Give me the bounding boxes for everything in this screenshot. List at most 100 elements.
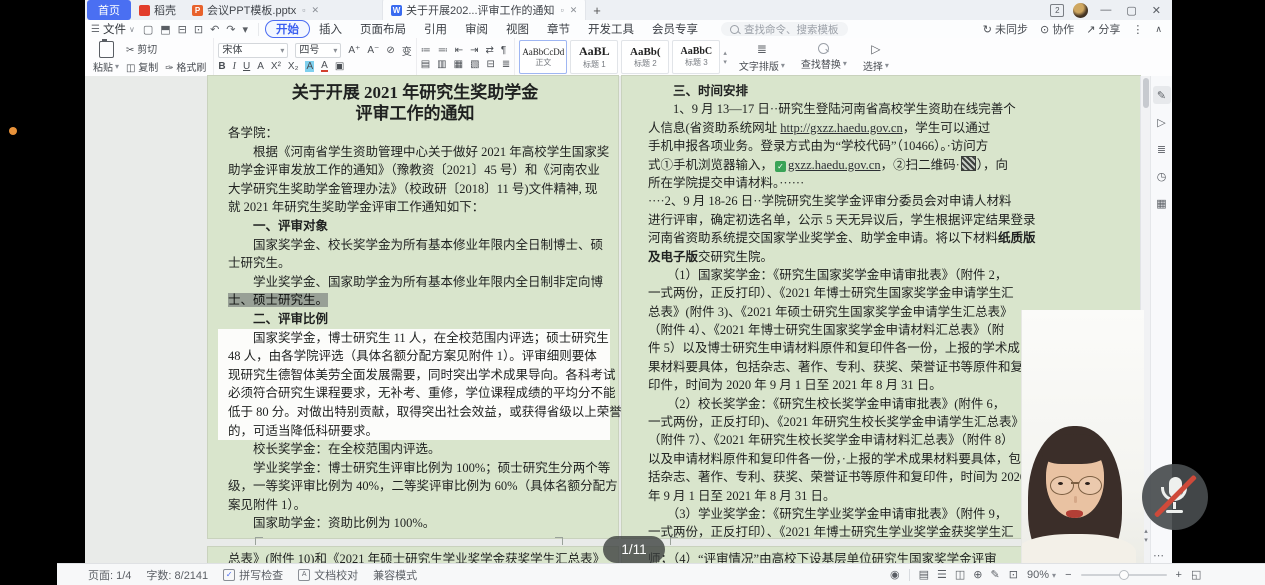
copy-button[interactable]: ◫ 复制 <box>126 59 158 74</box>
command-search[interactable]: 查找命令、搜索模板 <box>721 22 848 36</box>
style-heading2[interactable]: AaBb( 标题 2 <box>621 40 669 74</box>
ribbon-tab[interactable]: 视图 <box>497 20 538 38</box>
bold-button[interactable]: B <box>218 61 225 72</box>
hyperlink[interactable]: http://gxzz.haedu.gov.cn <box>780 121 902 135</box>
zoom-out-button[interactable]: − <box>1065 569 1071 581</box>
side-tool-icon[interactable]: ◷ <box>1153 167 1171 185</box>
ribbon-tab[interactable]: 开始 <box>265 20 310 38</box>
text-layout-button[interactable]: ≣ 文字排版▾ <box>731 38 793 76</box>
cut-button[interactable]: ✂ 剪切 <box>126 41 157 56</box>
alignment-tool[interactable]: ▧ <box>470 59 479 70</box>
strikethrough-button[interactable]: A <box>257 61 264 72</box>
zoom-in-button[interactable]: + <box>1176 569 1182 581</box>
ribbon-tab[interactable]: 开发工具 <box>579 20 643 38</box>
document-page-3[interactable]: 总表》(附件 10)和《2021 年硕士研究生学业奖学金获奖学生汇总表》 <box>208 547 618 563</box>
quick-tool-icon[interactable]: ↷ <box>226 23 235 36</box>
tab-pin-icon[interactable]: ▫ <box>561 5 564 15</box>
document-workspace[interactable]: 关于开展 2021 年研究生奖助学金评审工作的通知各学院： 根据《河南省学生资助… <box>85 76 1140 563</box>
paste-button[interactable]: 粘贴▾ <box>89 41 123 74</box>
zoom-slider-knob[interactable] <box>1119 570 1129 580</box>
subscript-button[interactable]: X₂ <box>288 61 299 72</box>
tab-ppt-file[interactable]: P 会议PPT模板.pptx ▫ ✕ <box>184 0 327 20</box>
compatibility-mode-label[interactable]: 兼容模式 <box>373 567 417 583</box>
minimize-button[interactable]: — <box>1097 4 1114 16</box>
side-tool-icon[interactable]: ✎ <box>1153 86 1171 104</box>
zoom-slider[interactable] <box>1081 574 1167 576</box>
highlight-color-button[interactable]: A <box>305 61 314 72</box>
paragraph-tool[interactable]: ¶ <box>501 45 506 56</box>
find-replace-button[interactable]: 查找替换▾ <box>793 38 855 76</box>
tab-close-icon[interactable]: ✕ <box>311 5 319 16</box>
sync-status[interactable]: ↻ 未同步 <box>983 21 1028 37</box>
paragraph-tool[interactable]: ≕ <box>438 45 448 56</box>
collaborate-button[interactable]: ⊙ 协作 <box>1040 21 1074 37</box>
view-mode-icon[interactable]: ◫ <box>955 568 965 581</box>
paragraph-tool[interactable]: ⇄ <box>486 45 494 56</box>
alignment-tool[interactable]: ≣ <box>502 59 510 70</box>
font-size-tool[interactable]: A⁺ <box>348 45 360 56</box>
quick-tool-icon[interactable]: ▢ <box>143 23 153 36</box>
quick-tool-icon[interactable]: ↶ <box>210 23 219 36</box>
style-heading3[interactable]: AaBbC 标题 3 <box>672 40 720 74</box>
side-tool-icon[interactable]: ▷ <box>1153 113 1171 131</box>
font-size-tool[interactable]: 变 <box>402 43 412 58</box>
view-mode-icon[interactable]: ✎ <box>991 568 1000 581</box>
more-menu-icon[interactable]: ⋮ <box>1132 23 1143 36</box>
font-size-tool[interactable]: A⁻ <box>367 45 379 56</box>
document-proofing-button[interactable]: A 文档校对 <box>298 567 358 583</box>
more-tools-icon[interactable]: ⋯ <box>1153 549 1164 562</box>
microphone-muted-button[interactable] <box>1142 464 1208 530</box>
tab-doc-file[interactable]: W 关于开展202...评审工作的通知 ▫ ✕ <box>383 0 585 22</box>
quick-tool-icon[interactable]: ⬒ <box>160 23 170 36</box>
share-button[interactable]: ↗ 分享 <box>1086 21 1120 37</box>
font-color-button[interactable]: A <box>321 61 328 72</box>
format-painter-button[interactable]: ✑ 格式刷 <box>165 59 206 74</box>
underline-button[interactable]: U <box>243 61 250 72</box>
italic-button[interactable]: I <box>233 61 236 72</box>
side-tool-icon[interactable]: ≣ <box>1153 140 1171 158</box>
font-name-select[interactable]: 宋体▾ <box>218 43 288 58</box>
zoom-level[interactable]: 90% ▾ <box>1027 569 1056 581</box>
alignment-tool[interactable]: ⊟ <box>487 59 495 70</box>
eye-protect-icon[interactable]: ◉ <box>890 568 900 581</box>
tab-docer[interactable]: 稻壳 <box>131 0 184 20</box>
alignment-tool[interactable]: ▤ <box>421 59 430 70</box>
webcam-video[interactable] <box>1021 310 1144 563</box>
spell-check-toggle[interactable]: ✓ 拼写检查 <box>223 567 283 583</box>
quick-tool-icon[interactable]: ⊟ <box>178 23 187 36</box>
style-normal[interactable]: AaBbCcDd 正文 <box>519 40 567 74</box>
new-tab-button[interactable]: + <box>593 3 601 18</box>
maximize-button[interactable]: ▢ <box>1123 4 1139 17</box>
ribbon-tab[interactable]: 插入 <box>310 20 351 38</box>
alignment-tool[interactable]: ▥ <box>437 59 446 70</box>
gallery-down-icon[interactable]: ▾ <box>723 58 727 66</box>
tab-home[interactable]: 首页 <box>87 0 131 20</box>
collapse-ribbon-icon[interactable]: ∧ <box>1155 24 1162 35</box>
view-mode-icon[interactable]: ☰ <box>937 568 947 581</box>
select-button[interactable]: ▷ 选择▾ <box>855 38 897 76</box>
ribbon-tab[interactable]: 会员专享 <box>643 20 707 38</box>
ribbon-tab[interactable]: 审阅 <box>456 20 497 38</box>
quick-tool-icon[interactable]: ⊡ <box>194 23 203 36</box>
paragraph-tool[interactable]: ≔ <box>421 45 431 56</box>
paragraph-tool[interactable]: ⇥ <box>470 45 478 56</box>
ribbon-tab[interactable]: 页面布局 <box>351 20 415 38</box>
tab-close-icon[interactable]: ✕ <box>570 5 578 16</box>
file-menu[interactable]: ☰ 文件 ∨ <box>85 21 143 37</box>
ribbon-tab[interactable]: 引用 <box>415 20 456 38</box>
tab-pin-icon[interactable]: ▫ <box>302 5 305 15</box>
hyperlink[interactable]: gxzz.haedu.gov.cn <box>788 158 881 172</box>
word-count[interactable]: 字数: 8/2141 <box>146 567 208 583</box>
document-page-1[interactable]: 关于开展 2021 年研究生奖助学金评审工作的通知各学院： 根据《河南省学生资助… <box>208 76 618 538</box>
side-tool-icon[interactable]: ▦ <box>1153 194 1171 212</box>
font-size-tool[interactable]: ⊘ <box>386 45 394 56</box>
ribbon-tab[interactable]: 章节 <box>538 20 579 38</box>
annotation-dot[interactable] <box>9 127 17 135</box>
character-border-button[interactable]: ▣ <box>335 61 344 72</box>
alignment-tool[interactable]: ▦ <box>454 59 463 70</box>
close-button[interactable]: ✕ <box>1149 4 1164 17</box>
window-count-badge[interactable]: 2 <box>1050 4 1064 17</box>
paragraph-tool[interactable]: ⇤ <box>455 45 463 56</box>
style-heading1[interactable]: AaBL 标题 1 <box>570 40 618 74</box>
fullscreen-icon[interactable]: ◱ <box>1191 568 1201 581</box>
